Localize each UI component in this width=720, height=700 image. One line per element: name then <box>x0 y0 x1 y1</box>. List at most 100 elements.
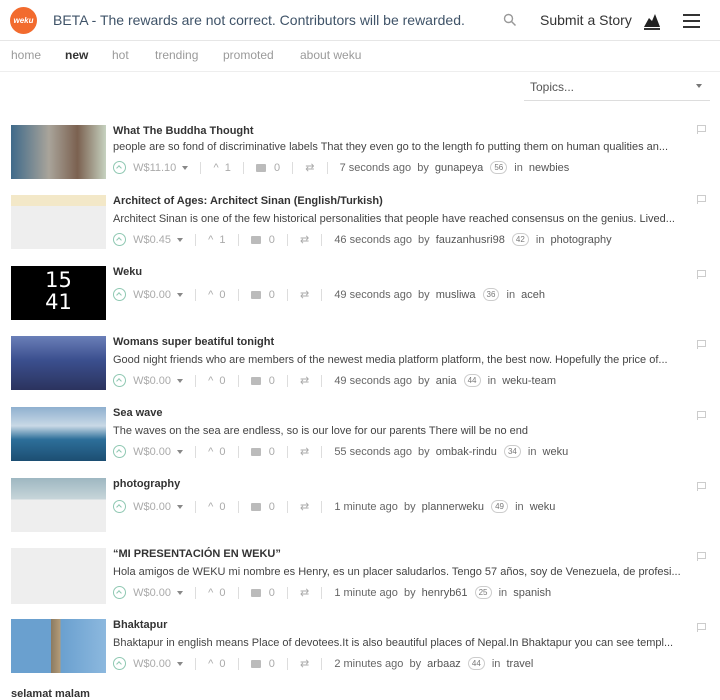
comments-icon[interactable] <box>250 502 261 511</box>
post-excerpt[interactable]: Hola amigos de WEKU mi nombre es Henry, … <box>113 566 691 578</box>
post-thumbnail[interactable] <box>11 478 106 532</box>
post-author[interactable]: ombak-rindu <box>436 446 497 458</box>
tab-promoted[interactable]: promoted <box>223 48 274 62</box>
post-payout[interactable]: W$0.00 <box>133 658 171 670</box>
payout-dropdown-icon[interactable] <box>177 590 184 595</box>
post-category[interactable]: newbies <box>529 162 569 174</box>
post-excerpt[interactable]: The waves on the sea are endless, so is … <box>113 425 691 437</box>
post-thumbnail[interactable] <box>11 619 106 673</box>
post-title[interactable]: Womans super beatiful tonight <box>113 336 274 348</box>
votes-count[interactable]: 0 <box>219 446 225 458</box>
payout-dropdown-icon[interactable] <box>177 449 184 454</box>
comments-icon[interactable] <box>250 447 261 456</box>
post-category[interactable]: weku <box>543 446 569 458</box>
post-title[interactable]: photography <box>113 478 180 490</box>
upvote-icon[interactable] <box>113 586 126 599</box>
post-title[interactable]: Sea wave <box>113 407 163 419</box>
post-category[interactable]: spanish <box>513 587 551 599</box>
post-author[interactable]: arbaaz <box>427 658 461 670</box>
post-thumbnail[interactable] <box>11 407 106 461</box>
payout-dropdown-icon[interactable] <box>177 292 184 297</box>
flag-icon[interactable] <box>697 482 706 491</box>
comments-icon[interactable] <box>250 290 261 299</box>
reblog-icon[interactable]: ⇄ <box>305 161 314 174</box>
upvote-icon[interactable] <box>113 657 126 670</box>
post-thumbnail[interactable] <box>11 548 106 604</box>
comments-count[interactable]: 0 <box>269 446 275 458</box>
upvote-icon[interactable] <box>113 288 126 301</box>
tab-hot[interactable]: hot <box>112 48 129 62</box>
post-category[interactable]: photography <box>551 234 612 246</box>
post-time[interactable]: 49 seconds ago <box>334 375 412 387</box>
post-title[interactable]: Bhaktapur <box>113 619 167 631</box>
payout-dropdown-icon[interactable] <box>182 165 189 170</box>
comments-count[interactable]: 0 <box>269 587 275 599</box>
comments-count[interactable]: 0 <box>269 289 275 301</box>
flag-icon[interactable] <box>697 195 706 204</box>
post-thumbnail[interactable] <box>11 336 106 390</box>
upvote-icon[interactable] <box>113 161 126 174</box>
votes-count[interactable]: 0 <box>219 289 225 301</box>
post-payout[interactable]: W$0.00 <box>133 375 171 387</box>
topics-select[interactable]: Topics... <box>524 76 710 101</box>
post-author[interactable]: ania <box>436 375 457 387</box>
search-icon[interactable] <box>503 13 517 27</box>
reblog-icon[interactable]: ⇄ <box>300 657 309 670</box>
post-excerpt[interactable]: people are so fond of discriminative lab… <box>113 141 691 153</box>
flag-icon[interactable] <box>697 340 706 349</box>
post-author[interactable]: fauzanhusri98 <box>436 234 505 246</box>
votes-count[interactable]: 0 <box>219 587 225 599</box>
flag-icon[interactable] <box>697 125 706 134</box>
post-author[interactable]: musliwa <box>436 289 476 301</box>
post-category[interactable]: weku-team <box>502 375 556 387</box>
comments-icon[interactable] <box>250 588 261 597</box>
hamburger-menu-icon[interactable] <box>683 14 700 32</box>
post-payout[interactable]: W$0.00 <box>133 289 171 301</box>
reblog-icon[interactable]: ⇄ <box>300 233 309 246</box>
user-avatar[interactable] <box>640 9 664 33</box>
post-excerpt[interactable]: Architect Sinan is one of the few histor… <box>113 213 691 225</box>
comments-icon[interactable] <box>255 163 266 172</box>
comments-icon[interactable] <box>250 376 261 385</box>
payout-dropdown-icon[interactable] <box>177 504 184 509</box>
comments-count[interactable]: 0 <box>274 162 280 174</box>
flag-icon[interactable] <box>697 552 706 561</box>
post-payout[interactable]: W$0.00 <box>133 501 171 513</box>
reblog-icon[interactable]: ⇄ <box>300 586 309 599</box>
weku-logo[interactable]: weku <box>10 7 37 34</box>
post-thumbnail[interactable]: 15 41 <box>11 266 106 320</box>
reblog-icon[interactable]: ⇄ <box>300 288 309 301</box>
upvote-icon[interactable] <box>113 445 126 458</box>
payout-dropdown-icon[interactable] <box>177 661 184 666</box>
payout-dropdown-icon[interactable] <box>177 378 184 383</box>
comments-count[interactable]: 0 <box>269 375 275 387</box>
post-excerpt[interactable]: Bhaktapur in english means Place of devo… <box>113 637 691 649</box>
post-payout[interactable]: W$11.10 <box>133 162 176 174</box>
votes-count[interactable]: 0 <box>219 658 225 670</box>
tab-home[interactable]: home <box>11 48 41 62</box>
votes-count[interactable]: 1 <box>219 234 225 246</box>
post-title[interactable]: What The Buddha Thought <box>113 125 254 137</box>
flag-icon[interactable] <box>697 623 706 632</box>
post-time[interactable]: 1 minute ago <box>334 587 398 599</box>
votes-count[interactable]: 0 <box>219 501 225 513</box>
comments-count[interactable]: 0 <box>269 658 275 670</box>
comments-icon[interactable] <box>250 659 261 668</box>
post-payout[interactable]: W$0.45 <box>133 234 171 246</box>
flag-icon[interactable] <box>697 411 706 420</box>
comments-count[interactable]: 0 <box>269 234 275 246</box>
reblog-icon[interactable]: ⇄ <box>300 374 309 387</box>
post-time[interactable]: 49 seconds ago <box>334 289 412 301</box>
comments-count[interactable]: 0 <box>269 501 275 513</box>
post-title[interactable]: Architect of Ages: Architect Sinan (Engl… <box>113 195 383 207</box>
post-author[interactable]: gunapeya <box>435 162 483 174</box>
tab-new[interactable]: new <box>65 48 88 62</box>
payout-dropdown-icon[interactable] <box>177 237 184 242</box>
post-thumbnail[interactable] <box>11 195 106 249</box>
post-category[interactable]: weku <box>530 501 556 513</box>
post-category[interactable]: aceh <box>521 289 545 301</box>
post-author[interactable]: henryb61 <box>422 587 468 599</box>
comments-icon[interactable] <box>250 235 261 244</box>
post-time[interactable]: 2 minutes ago <box>334 658 403 670</box>
flag-icon[interactable] <box>697 270 706 279</box>
